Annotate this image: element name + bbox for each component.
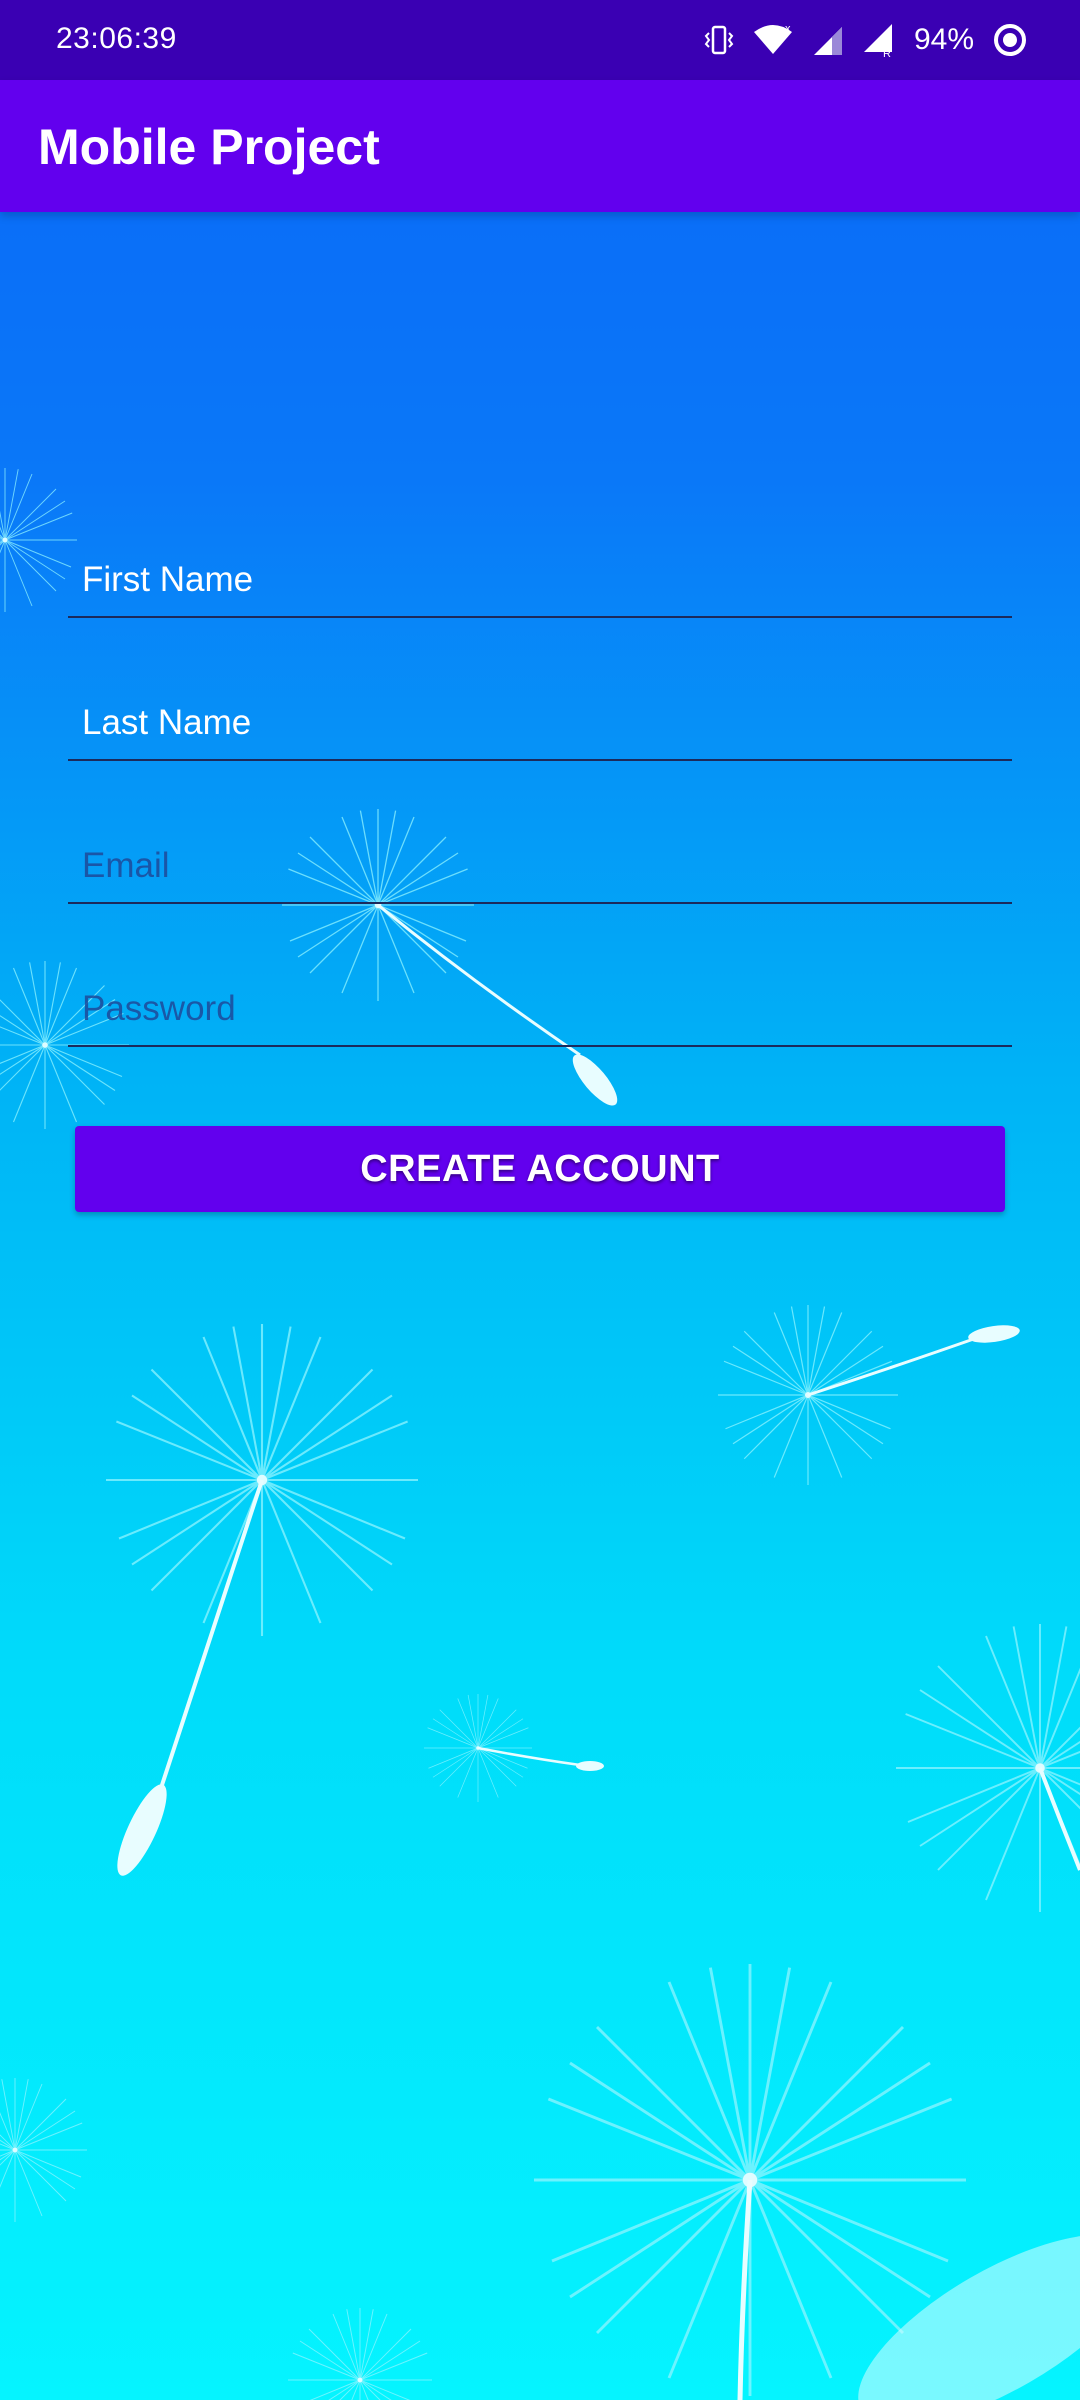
create-account-form [68,520,1012,1092]
email-input[interactable] [68,806,1012,904]
signal-roaming-icon: R [862,22,896,58]
password-field [68,949,1012,1049]
vibrate-icon [704,23,734,57]
svg-text:R: R [883,48,891,58]
last-name-field [68,663,1012,763]
sync-icon [992,22,1028,58]
last-name-input[interactable] [68,663,1012,761]
app-bar: Mobile Project [0,80,1080,212]
app-title: Mobile Project [38,119,380,175]
password-input[interactable] [68,949,1012,1047]
first-name-input[interactable] [68,520,1012,618]
email-field [68,806,1012,906]
status-bar: 23:06:39 x R 94% [0,0,1080,80]
svg-text:x: x [785,23,791,35]
status-time: 23:06:39 [56,22,177,55]
signal-icon [812,23,844,57]
create-account-button[interactable]: CREATE ACCOUNT [75,1126,1005,1212]
battery-percent: 94% [913,23,974,56]
status-icons: x R 94% [704,16,1028,64]
first-name-field [68,520,1012,620]
wifi-icon: x [752,22,794,58]
